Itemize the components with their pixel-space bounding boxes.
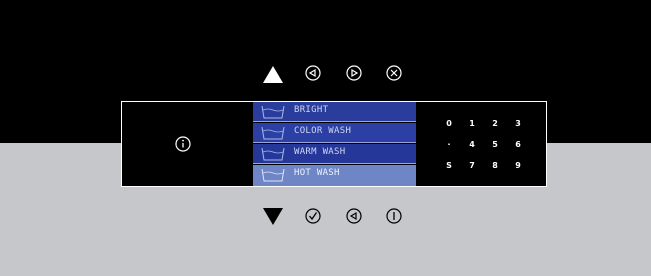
- program-label: WARM WASH: [294, 147, 346, 157]
- program-label: COLOR WASH: [294, 126, 352, 136]
- program-item-color-wash[interactable]: COLOR WASH: [253, 123, 416, 143]
- forward-circle-icon[interactable]: [346, 65, 362, 81]
- key-8[interactable]: 8: [488, 159, 502, 173]
- key-6[interactable]: 6: [511, 138, 525, 152]
- info-icon[interactable]: [175, 136, 191, 152]
- close-circle-icon[interactable]: [386, 65, 402, 81]
- program-item-bright[interactable]: BRIGHT: [253, 102, 416, 122]
- key-s[interactable]: S: [442, 159, 456, 173]
- back-circle-icon[interactable]: [346, 208, 362, 224]
- down-arrow-icon[interactable]: [263, 208, 283, 225]
- up-arrow-icon[interactable]: [263, 66, 283, 83]
- key-5[interactable]: 5: [488, 138, 502, 152]
- back-circle-icon[interactable]: [305, 65, 321, 81]
- key-3[interactable]: 3: [511, 117, 525, 131]
- key-9[interactable]: 9: [511, 159, 525, 173]
- power-icon[interactable]: [386, 208, 402, 224]
- key-2[interactable]: 2: [488, 117, 502, 131]
- wash-tub-icon: [261, 105, 285, 119]
- key-7[interactable]: 7: [465, 159, 479, 173]
- wash-tub-icon: [261, 168, 285, 182]
- wash-tub-icon: [261, 126, 285, 140]
- confirm-check-icon[interactable]: [305, 208, 321, 224]
- key-0[interactable]: 0: [442, 117, 456, 131]
- control-panel: BRIGHT COLOR WASH WARM WASH HOT WASH 0 1…: [121, 101, 547, 187]
- wash-tub-icon: [261, 147, 285, 161]
- program-label: BRIGHT: [294, 105, 329, 115]
- key-dot[interactable]: ·: [442, 138, 456, 152]
- program-item-hot-wash[interactable]: HOT WASH: [253, 165, 416, 186]
- program-list: BRIGHT COLOR WASH WARM WASH HOT WASH: [253, 102, 416, 186]
- key-1[interactable]: 1: [465, 117, 479, 131]
- key-4[interactable]: 4: [465, 138, 479, 152]
- numeric-keypad: 0 1 2 3 · 4 5 6 S 7 8 9: [442, 117, 532, 177]
- program-label: HOT WASH: [294, 168, 340, 178]
- program-item-warm-wash[interactable]: WARM WASH: [253, 144, 416, 164]
